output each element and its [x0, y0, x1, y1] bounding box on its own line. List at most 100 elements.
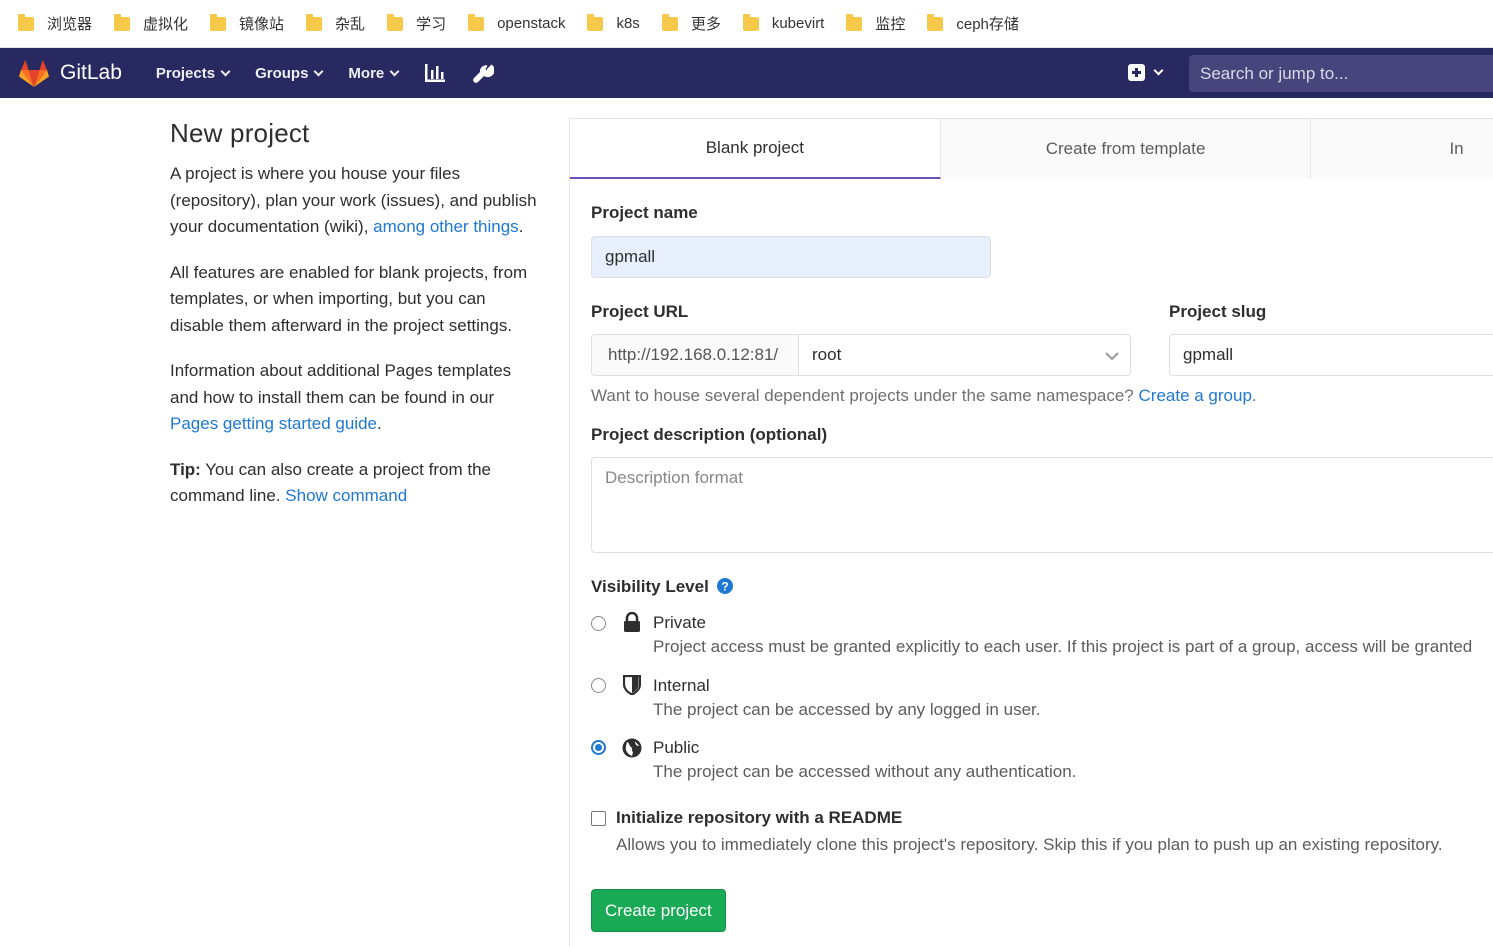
- namespace-value: root: [812, 345, 842, 364]
- namespace-hint: Want to house several dependent projects…: [591, 386, 1257, 406]
- new-project-intro: New project A project is where you house…: [170, 118, 540, 529]
- folder-icon: [742, 13, 759, 31]
- initialize-readme-desc: Allows you to immediately clone this pro…: [616, 835, 1443, 854]
- bookmarks-bar: 浏览器 虚拟化 镜像站 杂乱 学习 openstack k8s 更多 kubev…: [0, 0, 1493, 48]
- bookmark-label: openstack: [497, 15, 566, 32]
- bookmark-item[interactable]: 浏览器: [18, 9, 92, 39]
- namespace-hint-end: .: [1251, 386, 1257, 405]
- folder-icon: [18, 13, 34, 31]
- help-question-icon[interactable]: ?: [716, 578, 733, 594]
- initialize-readme-checkbox[interactable]: [591, 811, 606, 826]
- visibility-label-text: Visibility Level: [591, 577, 709, 596]
- project-description-textarea[interactable]: Description format: [591, 457, 1493, 553]
- svg-text:?: ?: [721, 580, 728, 594]
- gitlab-home-link[interactable]: GitLab: [18, 58, 156, 88]
- bookmark-label: 更多: [690, 16, 721, 33]
- bookmark-item[interactable]: 虚拟化: [114, 9, 188, 39]
- folder-icon: [661, 13, 678, 31]
- project-url-prefix: http://192.168.0.12:81/: [591, 334, 799, 376]
- folder-icon: [210, 13, 227, 31]
- folder-icon: [468, 13, 485, 31]
- visibility-private-radio[interactable]: [591, 616, 606, 631]
- features-paragraph: All features are enabled for blank proje…: [170, 262, 528, 335]
- intro-text-end: .: [518, 217, 524, 236]
- bookmark-item[interactable]: kubevirt: [742, 9, 825, 39]
- chevron-down-icon: [220, 66, 231, 76]
- plus-square-icon: [1128, 64, 1145, 81]
- nav-groups-label: Groups: [255, 64, 309, 82]
- page-title: New project: [170, 118, 310, 148]
- activity-chart-icon[interactable]: [424, 63, 446, 83]
- nav-more-label: More: [348, 64, 385, 82]
- project-name-input[interactable]: gpmall: [591, 236, 991, 278]
- bookmark-item[interactable]: openstack: [468, 9, 565, 39]
- admin-wrench-icon[interactable]: [472, 62, 495, 84]
- visibility-private-title: Private: [653, 613, 706, 632]
- bookmark-label: ceph存储: [956, 16, 1019, 33]
- folder-icon: [387, 13, 404, 31]
- folder-icon: [306, 13, 323, 31]
- among-other-things-link[interactable]: among other things: [373, 217, 519, 236]
- create-project-button[interactable]: Create project: [591, 889, 726, 932]
- bookmark-label: 杂乱: [335, 16, 366, 33]
- bookmark-item[interactable]: k8s: [587, 9, 640, 39]
- visibility-public-desc: The project can be accessed without any …: [653, 762, 1077, 781]
- bookmark-item[interactable]: 学习: [387, 9, 446, 39]
- tab-create-from-template[interactable]: Create from template: [940, 119, 1312, 179]
- bookmark-label: 学习: [416, 16, 447, 33]
- intro-paragraph: A project is where you house your files …: [170, 161, 540, 241]
- bookmark-label: 镜像站: [239, 16, 285, 33]
- namespace-hint-text: Want to house several dependent projects…: [591, 386, 1139, 405]
- pages-guide-link[interactable]: Pages getting started guide: [170, 414, 377, 433]
- visibility-public-title: Public: [653, 738, 700, 757]
- bookmark-label: kubevirt: [771, 15, 825, 32]
- initialize-readme-label: Initialize repository with a README: [616, 808, 903, 827]
- project-name-label: Project name: [591, 203, 698, 222]
- bookmark-item[interactable]: 杂乱: [306, 9, 365, 39]
- brand-name: GitLab: [60, 61, 122, 84]
- bookmark-label: k8s: [616, 15, 640, 32]
- new-project-panel: Blank project Create from template In Pr…: [569, 118, 1493, 946]
- globe-icon: [622, 738, 642, 758]
- nav-more-dropdown[interactable]: More: [348, 64, 400, 82]
- tab-import-project[interactable]: In: [1311, 119, 1493, 179]
- folder-icon: [846, 13, 863, 31]
- bookmark-item[interactable]: ceph存储: [927, 9, 1019, 39]
- pages-text-end: .: [376, 414, 382, 433]
- show-command-link[interactable]: Show command: [285, 486, 407, 505]
- new-item-dropdown[interactable]: [1128, 64, 1164, 81]
- nav-projects-label: Projects: [155, 64, 216, 82]
- visibility-internal-title: Internal: [653, 676, 710, 695]
- tip-label: Tip:: [170, 459, 201, 479]
- bookmark-item[interactable]: 镜像站: [210, 9, 284, 39]
- chevron-down-icon: [313, 66, 324, 76]
- bookmark-item[interactable]: 更多: [661, 9, 721, 39]
- visibility-level-label: Visibility Level ?: [591, 577, 733, 597]
- bookmark-item[interactable]: 监控: [846, 9, 905, 39]
- namespace-select[interactable]: root: [798, 334, 1131, 376]
- nav-projects-dropdown[interactable]: Projects: [155, 64, 231, 82]
- folder-icon: [927, 13, 944, 31]
- visibility-private-desc: Project access must be granted explicitl…: [653, 637, 1473, 656]
- bookmark-label: 监控: [875, 16, 906, 33]
- project-slug-label: Project slug: [1169, 302, 1267, 321]
- pages-paragraph: Information about additional Pages templ…: [170, 358, 540, 438]
- project-slug-input[interactable]: gpmall: [1169, 334, 1493, 376]
- chevron-down-icon: [1105, 352, 1119, 361]
- search-input[interactable]: Search or jump to...: [1189, 55, 1493, 92]
- folder-icon: [114, 13, 131, 31]
- tip-paragraph: Tip: You can also create a project from …: [170, 457, 540, 510]
- tab-blank-project[interactable]: Blank project: [570, 119, 941, 179]
- create-group-link[interactable]: Create a group: [1139, 386, 1252, 405]
- pages-text: Information about additional Pages templ…: [170, 361, 512, 407]
- folder-icon: [587, 13, 604, 31]
- chevron-down-icon: [389, 66, 400, 76]
- shield-icon: [623, 675, 641, 695]
- gitlab-logo-icon: [19, 60, 49, 87]
- project-url-label: Project URL: [591, 302, 689, 321]
- visibility-internal-radio[interactable]: [591, 678, 606, 693]
- visibility-internal-desc: The project can be accessed by any logge…: [653, 700, 1041, 719]
- visibility-public-radio[interactable]: [591, 740, 606, 755]
- project-type-tabs: Blank project Create from template In: [570, 119, 1493, 179]
- nav-groups-dropdown[interactable]: Groups: [255, 64, 324, 82]
